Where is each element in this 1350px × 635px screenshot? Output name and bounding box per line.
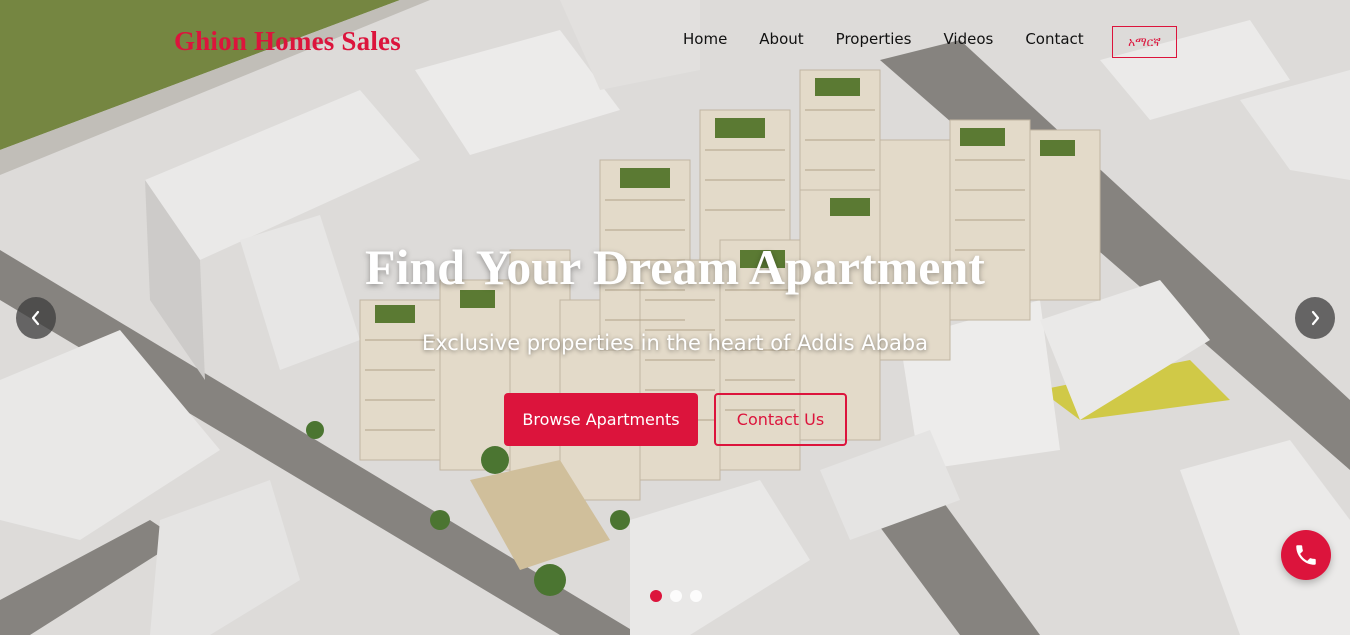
hero-background-image [0,0,1350,635]
language-toggle-button[interactable]: አማርኛ [1112,26,1177,58]
chevron-left-icon [31,310,40,326]
hero-subtitle: Exclusive properties in the heart of Add… [421,331,929,355]
carousel-dot-1[interactable] [650,590,662,602]
contact-us-button[interactable]: Contact Us [714,393,847,446]
hero-overlay [0,0,1350,635]
nav-item-contact[interactable]: Contact [1025,29,1083,49]
nav-item-videos[interactable]: Videos [943,29,993,49]
brand-logo-text[interactable]: Ghion Homes Sales [174,26,401,57]
browse-apartments-button[interactable]: Browse Apartments [504,393,698,446]
hero-title: Find Your Dream Apartment [365,239,985,295]
nav-item-home[interactable]: Home [683,29,727,49]
chevron-right-icon [1311,310,1320,326]
carousel-dot-3[interactable] [690,590,702,602]
nav-item-about[interactable]: About [759,29,803,49]
floating-call-button[interactable] [1281,530,1331,580]
carousel-prev-button[interactable] [16,297,56,339]
carousel-dot-2[interactable] [670,590,682,602]
carousel-next-button[interactable] [1295,297,1335,339]
carousel-indicators [650,590,710,602]
nav-item-properties[interactable]: Properties [836,29,912,49]
main-navigation: Home About Properties Videos Contact [683,29,1116,49]
phone-icon [1296,545,1316,565]
